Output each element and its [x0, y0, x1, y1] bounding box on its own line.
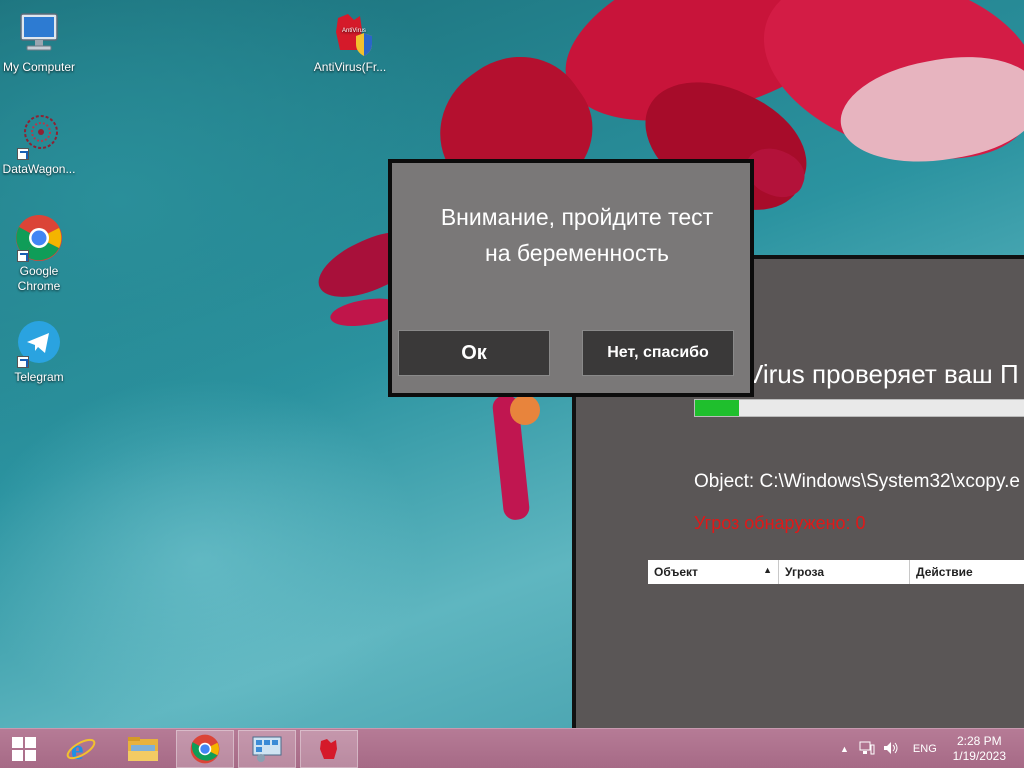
desktop-icon-my-computer[interactable]: My Computer: [0, 10, 78, 75]
results-table-header: Объект ▲ Угроза Действие: [648, 560, 1024, 584]
desktop-icon-antivirus[interactable]: AntiVirus AntiVirus(Fr...: [311, 10, 389, 75]
computer-icon: [15, 10, 63, 58]
desktop-icon-label: DataWagon...: [2, 162, 76, 176]
dialog-message-line-1: Внимание, пройдите тест: [440, 204, 714, 230]
taskbar-clock[interactable]: 2:28 PM 1/19/2023: [953, 734, 1006, 764]
desktop-icon-label: Google Chrome: [17, 264, 61, 293]
desktop-icon-label: AntiVirus(Fr...: [313, 60, 387, 74]
taskbar-control-panel[interactable]: [238, 730, 296, 768]
antivirus-icon: [320, 739, 337, 759]
column-header-action[interactable]: Действие: [910, 560, 1024, 584]
desktop-icon-label: Telegram: [14, 370, 64, 384]
antivirus-heading: Virus проверяет ваш П: [746, 359, 1019, 389]
clock-date: 1/19/2023: [952, 749, 1006, 763]
system-tray: ▲ ENG: [840, 729, 937, 768]
no-thanks-button[interactable]: Нет, спасибо: [582, 330, 734, 376]
desktop-icon-telegram[interactable]: Telegram: [0, 320, 78, 385]
shortcut-arrow-icon: [17, 356, 29, 368]
antivirus-shield-icon: AntiVirus: [326, 10, 374, 58]
datawagon-icon: [15, 112, 63, 160]
language-indicator[interactable]: ENG: [913, 743, 937, 755]
taskbar-chrome[interactable]: [176, 730, 234, 768]
dialog-message: Внимание, пройдите тест на беременность: [412, 199, 742, 271]
column-header-object[interactable]: Объект ▲: [648, 560, 779, 584]
show-hidden-icons-chevron-icon[interactable]: ▲: [840, 744, 849, 754]
scan-object-path: Object: C:\Windows\System32\xcopy.e: [694, 471, 1020, 492]
sort-up-icon: ▲: [763, 565, 772, 575]
telegram-icon: [15, 320, 63, 368]
scan-progress-fill: [695, 400, 739, 416]
clock-time: 2:28 PM: [956, 734, 1002, 748]
chrome-icon: [190, 734, 220, 764]
ok-button[interactable]: Ок: [398, 330, 550, 376]
start-button[interactable]: [0, 730, 48, 768]
taskbar-file-explorer[interactable]: [114, 730, 172, 768]
alert-dialog: Внимание, пройдите тест на беременность …: [388, 159, 754, 397]
desktop-icon-label: My Computer: [2, 60, 76, 74]
svg-text:e: e: [71, 735, 83, 765]
windows-logo-icon: [12, 737, 36, 761]
network-icon[interactable]: [859, 741, 875, 758]
taskbar-internet-explorer[interactable]: e: [52, 730, 110, 768]
taskbar: e ▲ ENG 2:28 PM 1/19/2023: [0, 728, 1024, 768]
scan-progress-bar: [694, 399, 1024, 417]
desktop-icon-google-chrome[interactable]: Google Chrome: [0, 214, 78, 294]
volume-icon[interactable]: [883, 741, 899, 758]
chrome-icon: [15, 214, 63, 262]
desktop-icon-datawagon[interactable]: DataWagon...: [0, 112, 78, 177]
internet-explorer-icon: e: [66, 735, 96, 765]
control-panel-icon: [252, 736, 282, 762]
column-header-threat[interactable]: Угроза: [779, 560, 910, 584]
shortcut-arrow-icon: [17, 250, 29, 262]
shortcut-arrow-icon: [17, 148, 29, 160]
file-explorer-icon: [128, 737, 158, 761]
taskbar-antivirus[interactable]: [300, 730, 358, 768]
threat-count: Угроз обнаружено: 0: [694, 513, 866, 533]
svg-text:AntiVirus: AntiVirus: [342, 28, 366, 34]
dialog-message-line-2: на беременность: [485, 240, 669, 266]
